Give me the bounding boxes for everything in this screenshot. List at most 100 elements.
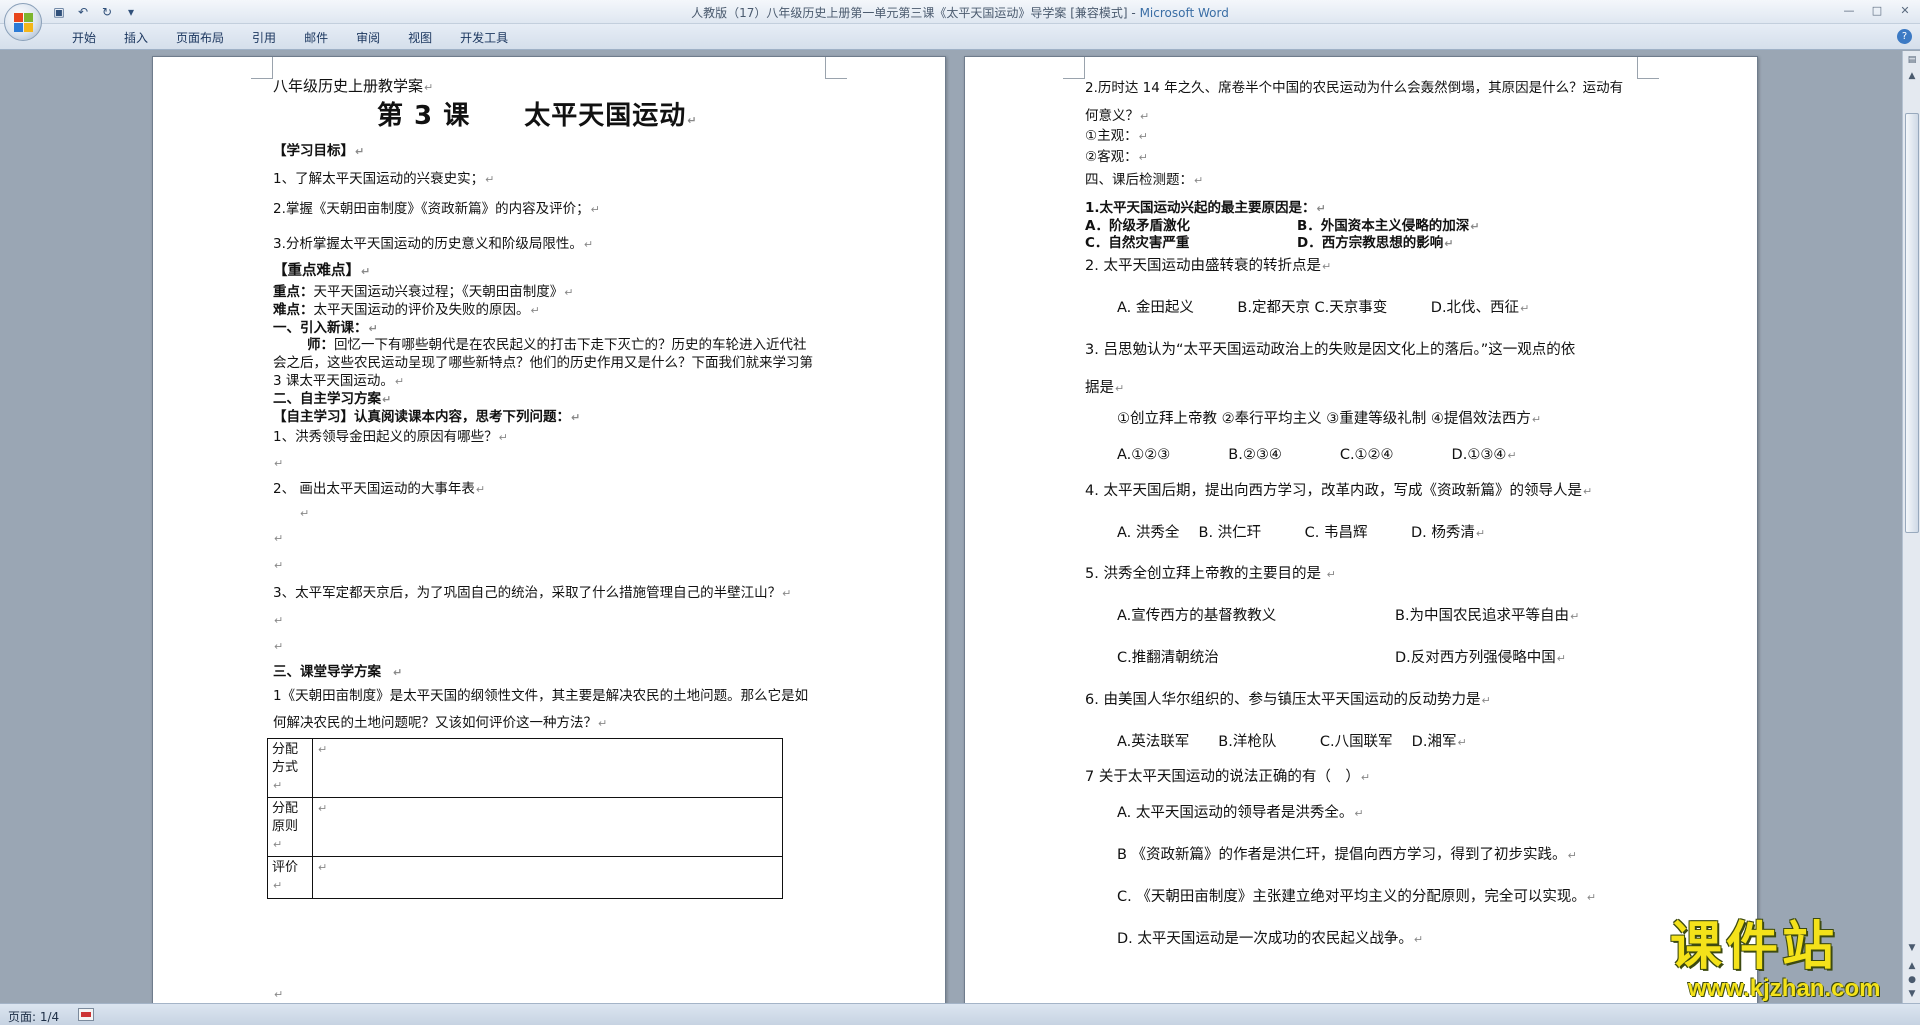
tab-home[interactable]: 开始 [58,29,110,47]
test-1-option-c: C．自然灾害严重 [1085,235,1190,251]
blank-line: ↵ [274,640,284,653]
test-6-options: A.英法联军 B.洋枪队 C.八国联军 D.湘军↵ [1117,734,1467,750]
key-point: 重点：天平天国运动兴衰过程；《天朝田亩制度》↵ [273,284,574,300]
key-points-heading: 【重点难点】↵ [273,263,371,279]
test-3-line-2: 据是↵ [1085,380,1125,396]
watermark-url: www.kjzhan.com [1688,975,1881,1002]
blank-line: ↵ [274,988,284,1001]
table-cell-label[interactable]: 评价↵ [267,856,313,899]
scroll-up-icon[interactable]: ▲ [1905,69,1919,83]
question-2-line-1: 2.历时达 14 年之久、席卷半个中国的农民运动为什么会轰然倒塌，其原因是什么？… [1085,80,1624,96]
test-5-option-c: C.推翻清朝统治 [1117,650,1219,666]
blank-line: ↵ [274,559,284,572]
test-3-items: ①创立拜上帝教 ②奉行平均主义 ③重建等级礼制 ④提倡效法西方↵ [1117,411,1542,427]
margin-corner-mark [1637,57,1659,79]
tab-references[interactable]: 引用 [238,29,290,47]
question-2: 2、 画出太平天国运动的大事年表↵ [273,481,486,497]
lesson-title: 第 3 课 太平天国运动↵ [377,101,698,131]
test-2-options: A. 金田起义 B.定都天京 C.天京事变 D.北伐、西征↵ [1117,300,1530,316]
office-logo-icon [14,13,34,33]
test-7-option-b: B 《资政新篇》的作者是洪仁玕，提倡向西方学习，得到了初步实践。↵ [1117,847,1577,863]
tab-view[interactable]: 视图 [394,29,446,47]
minimize-icon[interactable]: — [1840,2,1858,18]
classroom-line-1: 1《天朝田亩制度》是太平天国的纲领性文件，其主要是解决农民的土地问题。那么它是如 [273,688,809,704]
tab-mailings[interactable]: 邮件 [290,29,342,47]
evaluation-table: 分配方式↵ ↵ 分配原则↵ ↵ 评价↵ ↵ [267,738,783,899]
document-page-2[interactable]: 2.历时达 14 年之久、席卷半个中国的农民运动为什么会轰然倒塌，其原因是什么？… [964,56,1758,1003]
blank-line: ↵ [274,614,284,627]
objective-cause: ②客观：↵ [1085,149,1148,165]
test-5-option-a: A.宣传西方的基督教教义 [1117,608,1277,624]
test-7-option-d: D. 太平天国运动是一次成功的农民起义战争。↵ [1117,931,1424,947]
self-study-heading: 二、自主学习方案↵ [273,391,392,407]
watermark-logo-text: 课件站 [1670,916,1839,977]
test-5-option-d: D.反对西方列强侵略中国↵ [1395,650,1566,666]
test-3-line-1: 3. 吕思勉认为“太平天国运动政治上的失败是因文化上的落后。”这一观点的依 [1085,342,1576,358]
goals-heading: 【学习目标】↵ [273,143,365,159]
test-4: 4. 太平天国后期，提出向西方学习，改革内政，写成《资政新篇》的领导人是↵ [1085,483,1593,499]
page-counter[interactable]: 页面: 1/4 [8,1008,59,1025]
test-1-option-d: D．西方宗教思想的影响↵ [1297,235,1454,251]
window-title: 人教版（17）八年级历史上册第一单元第三课《太平天国运动》导学案 [兼容模式] … [0,4,1920,21]
document-title: 人教版（17）八年级历史上册第一单元第三课《太平天国运动》导学案 [兼容模式] … [691,6,1140,20]
test-6: 6. 由美国人华尔组织的、参与镇压太平天国运动的反动势力是↵ [1085,692,1491,708]
maximize-icon[interactable]: □ [1868,2,1886,18]
subjective-cause: ①主观：↵ [1085,128,1148,144]
test-7: 7 关于太平天国运动的说法正确的有（ ）↵ [1085,769,1371,785]
app-name: Microsoft Word [1139,6,1229,20]
vertical-scrollbar[interactable]: ▤ ▲ ▼ ▲ ● ▼ [1902,51,1920,1003]
teacher-line-2: 会之后，这些农民运动呈现了哪些新特点？他们的历史作用又是什么？下面我们就来学习第 [273,355,813,371]
test-heading: 四、课后检测题：↵ [1085,172,1204,188]
tab-insert[interactable]: 插入 [110,29,162,47]
test-7-option-a: A. 太平天国运动的领导者是洪秀全。↵ [1117,805,1364,821]
ribbon-tabs: 开始 插入 页面布局 引用 邮件 审阅 视图 开发工具 [58,29,522,47]
window-controls: — □ ✕ [1840,2,1914,18]
teacher-line-1: 师：回忆一下有哪些朝代是在农民起义的打击下走下灭亡的？历史的车轮进入近代社 [307,337,807,353]
ribbon: 开始 插入 页面布局 引用 邮件 审阅 视图 开发工具 ? [0,24,1920,50]
table-row: 评价↵ ↵ [267,856,783,899]
margin-corner-mark [825,57,847,79]
tab-review[interactable]: 审阅 [342,29,394,47]
table-row: 分配方式↵ ↵ [267,738,783,798]
close-icon[interactable]: ✕ [1896,2,1914,18]
teacher-line-3: 3 课太平天国运动。↵ [273,373,405,389]
site-watermark: 课件站 www.kjzhan.com [1670,918,1910,1004]
margin-corner-mark [251,57,273,79]
blank-line: ↵ [274,457,284,470]
test-4-options: A. 洪秀全 B. 洪仁玕 C. 韦昌辉 D. 杨秀清↵ [1117,525,1486,541]
table-cell-label[interactable]: 分配原则↵ [267,797,313,857]
classroom-line-2: 何解决农民的土地问题呢？又该如何评价这一种方法？↵ [273,715,608,731]
document-page-1[interactable]: 八年级历史上册教学案↵ 第 3 课 太平天国运动↵ 【学习目标】↵ 1、了解太平… [152,56,946,1003]
table-cell-input[interactable]: ↵ [312,856,783,899]
proofing-icon[interactable] [78,1008,94,1021]
self-study-subheading: 【自主学习】认真阅读课本内容，思考下列问题：↵ [273,409,581,425]
test-5: 5. 洪秀全创立拜上帝教的主要目的是 ↵ [1085,566,1336,582]
margin-corner-mark [1063,57,1085,79]
blank-line: ↵ [274,532,284,545]
table-cell-input[interactable]: ↵ [312,797,783,857]
help-icon[interactable]: ? [1897,29,1912,44]
ruler-toggle-icon[interactable]: ▤ [1905,53,1919,67]
test-7-option-c: C. 《天朝田亩制度》主张建立绝对平均主义的分配原则，完全可以实现。↵ [1117,889,1597,905]
table-cell-label[interactable]: 分配方式↵ [267,738,313,798]
goal-3: 3.分析掌握太平天国运动的历史意义和阶级局限性。↵ [273,236,594,252]
scroll-thumb[interactable] [1905,113,1919,533]
test-5-option-b: B.为中国农民追求平等自由↵ [1395,608,1580,624]
table-cell-input[interactable]: ↵ [312,738,783,798]
test-1: 1.太平天国运动兴起的最主要原因是：↵ [1085,200,1326,216]
goal-2: 2.掌握《天朝田亩制度》《资政新篇》的内容及评价；↵ [273,201,600,217]
test-1-option-a: A．阶级矛盾激化 [1085,218,1190,234]
classroom-heading: 三、课堂导学方案 ↵ [273,664,403,680]
goal-1: 1、了解太平天国运动的兴衰史实；↵ [273,171,495,187]
question-2-line-2: 何意义？↵ [1085,108,1150,124]
document-workspace: 八年级历史上册教学案↵ 第 3 课 太平天国运动↵ 【学习目标】↵ 1、了解太平… [0,51,1902,1003]
difficulty-point: 难点：太平天国运动的评价及失败的原因。↵ [273,302,540,318]
test-2: 2. 太平天国运动由盛转衰的转折点是↵ [1085,258,1332,274]
office-button[interactable] [4,3,42,41]
tab-page-layout[interactable]: 页面布局 [162,29,238,47]
document-header: 八年级历史上册教学案↵ [273,77,434,95]
blank-line: ↵ [300,507,310,520]
table-row: 分配原则↵ ↵ [267,797,783,857]
title-bar: ▣ ↶ ↻ ▾ 人教版（17）八年级历史上册第一单元第三课《太平天国运动》导学案… [0,0,1920,41]
tab-developer[interactable]: 开发工具 [446,29,522,47]
